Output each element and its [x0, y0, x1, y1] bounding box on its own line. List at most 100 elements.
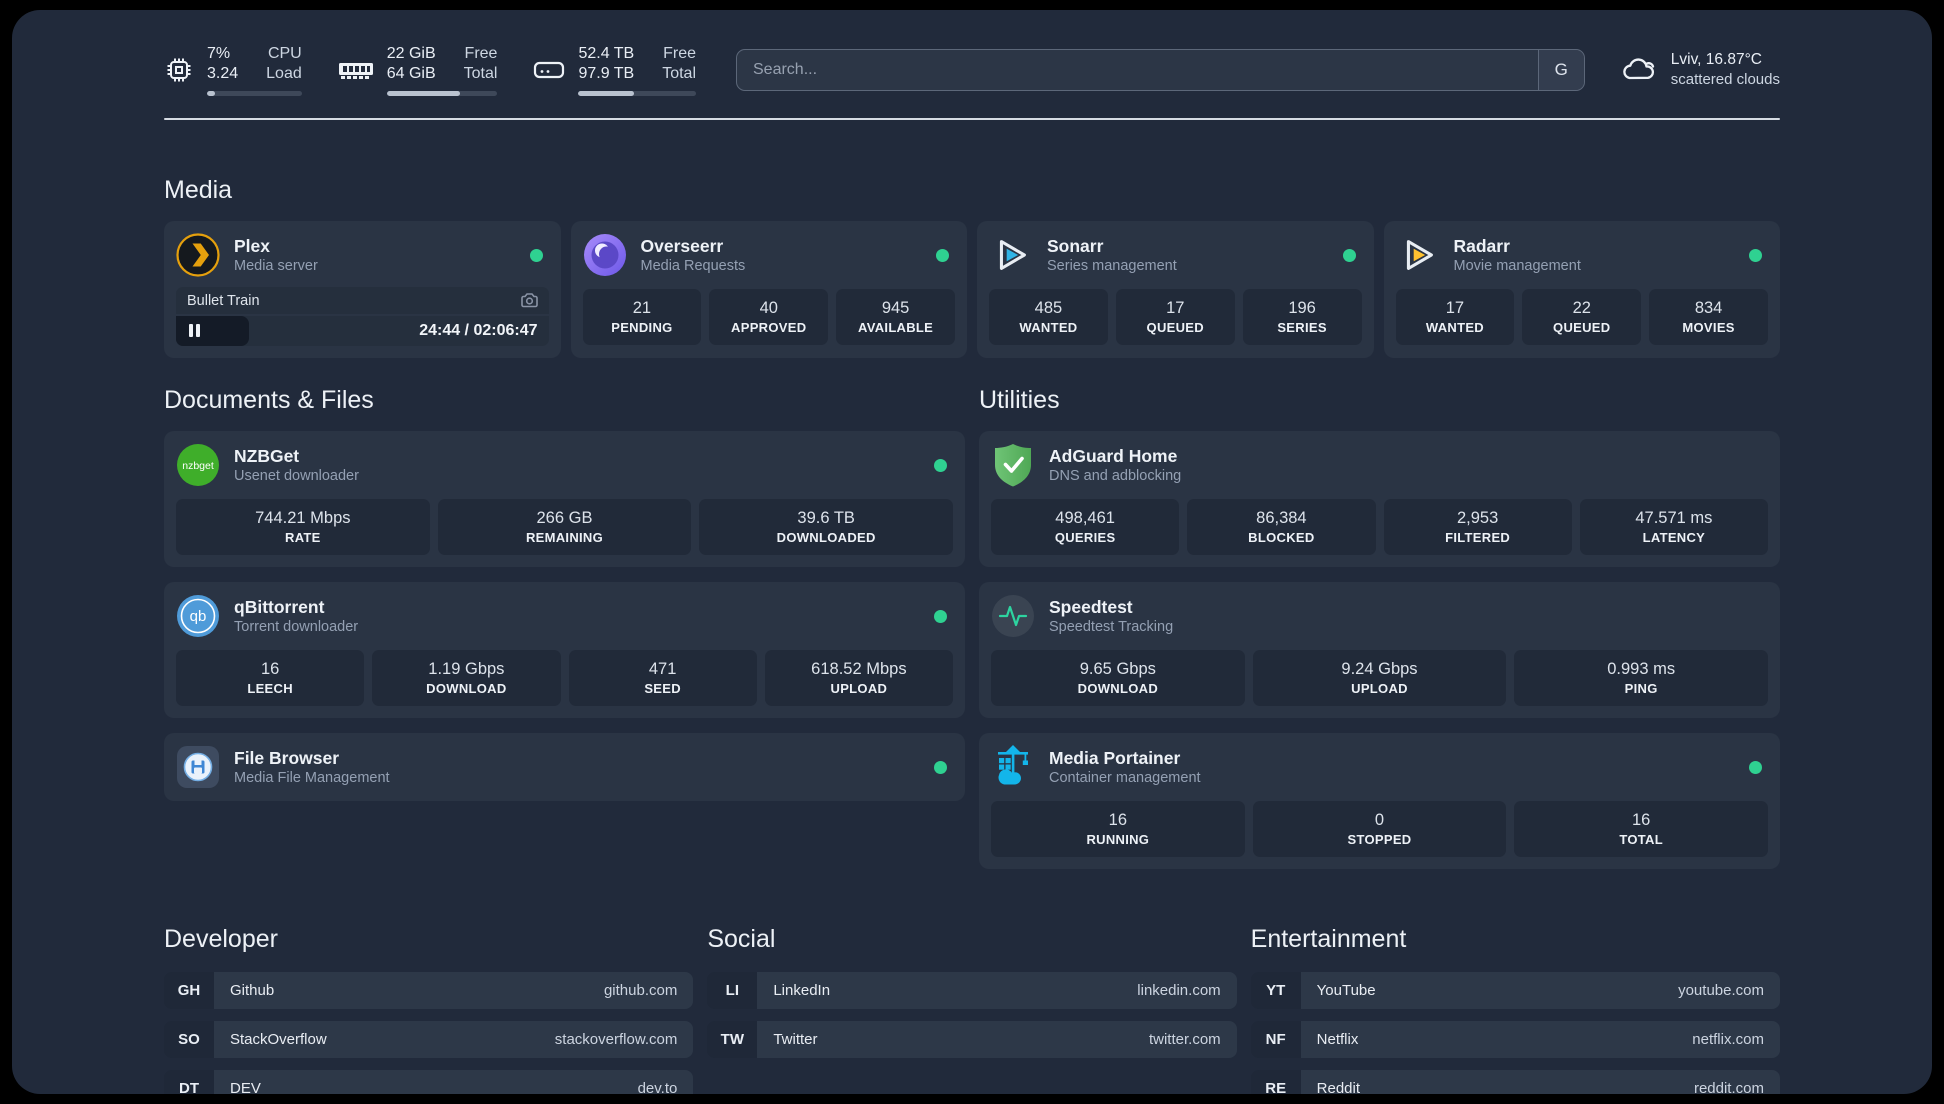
stat-label: RATE	[285, 530, 321, 545]
stat-value: 86,384	[1256, 509, 1307, 527]
stat-label: SEED	[644, 681, 681, 696]
stat-value: 744.21 Mbps	[255, 509, 351, 527]
stat-value: 2,953	[1456, 509, 1499, 527]
stat-running: 16 RUNNING	[991, 801, 1245, 857]
bookmarks-developer: Developer GH Github github.com SO StackO…	[164, 925, 694, 1094]
bookmarks-entertainment: Entertainment YT YouTube youtube.com NF …	[1250, 925, 1780, 1094]
stat-queued: 17 QUEUED	[1115, 289, 1235, 345]
stat-label: LEECH	[247, 681, 293, 696]
stat-label: BLOCKED	[1248, 530, 1315, 545]
bookmark-name: Twitter	[773, 1031, 818, 1048]
search-engine-button[interactable]: G	[1537, 50, 1584, 90]
stat-label: QUERIES	[1054, 530, 1116, 545]
radarr-app-link[interactable]: Radarr Movie management	[1396, 233, 1750, 277]
memory-total-label: Total	[463, 65, 498, 82]
cloud-icon	[1619, 53, 1659, 88]
portainer-app-link[interactable]: Media Portainer Container management	[991, 745, 1749, 789]
bookmark-abbr: GH	[164, 972, 214, 1009]
app-name: Radarr	[1453, 235, 1510, 256]
bookmark-youtube[interactable]: YT YouTube youtube.com	[1250, 972, 1780, 1009]
stat-download: 9.65 Gbps DOWNLOAD	[991, 650, 1245, 706]
stat-value: 40	[759, 299, 778, 317]
memory-stat: 22 GiB 64 GiB Free Total	[338, 44, 498, 96]
bookmark-stackoverflow[interactable]: SO StackOverflow stackoverflow.com	[164, 1021, 694, 1058]
bookmark-abbr: SO	[164, 1021, 214, 1058]
stat-available: 945 AVAILABLE	[836, 289, 955, 345]
topbar-divider	[164, 118, 1780, 120]
camera-icon[interactable]	[520, 292, 538, 309]
stat-label: MOVIES	[1682, 320, 1735, 335]
stat-label: AVAILABLE	[857, 320, 934, 335]
search-area: G	[736, 49, 1585, 91]
section-title-social: Social	[707, 925, 776, 953]
bookmark-abbr: RE	[1250, 1070, 1301, 1094]
stat-upload: 9.24 Gbps UPLOAD	[1252, 650, 1507, 706]
sonarr-app-link[interactable]: Sonarr Series management	[989, 233, 1343, 277]
stat-value: 16	[260, 660, 280, 678]
app-subtitle: Media server	[234, 257, 318, 274]
stat-value: 1.19 Gbps	[428, 660, 505, 678]
pause-icon[interactable]	[189, 324, 200, 337]
cpu-load-label: Load	[266, 65, 302, 82]
stat-value: 9.65 Gbps	[1079, 660, 1156, 678]
stat-approved: 40 APPROVED	[709, 289, 829, 345]
stat-value: 0	[1374, 811, 1385, 829]
cpu-progress-bar	[207, 91, 302, 96]
disk-total-label: Total	[662, 65, 696, 82]
radarr-card: Radarr Movie management 17 WANTED 22 QUE…	[1383, 221, 1780, 358]
svg-text:nzbget: nzbget	[182, 460, 214, 472]
bookmark-netflix[interactable]: NF Netflix netflix.com	[1250, 1021, 1780, 1058]
adguard-app-link[interactable]: AdGuard Home DNS and adblocking	[991, 443, 1768, 487]
bookmark-reddit[interactable]: RE Reddit reddit.com	[1250, 1070, 1780, 1094]
status-dot-online	[1749, 248, 1762, 262]
bookmark-name: YouTube	[1316, 982, 1376, 999]
bookmark-github[interactable]: GH Github github.com	[164, 972, 694, 1009]
status-dot-online	[529, 248, 543, 262]
nzbget-card: nzbget NZBGet Usenet downloader 744.21 M…	[164, 431, 965, 567]
status-dot-online	[1342, 248, 1356, 262]
bookmark-url: stackoverflow.com	[554, 1031, 678, 1048]
app-subtitle: Usenet downloader	[234, 467, 359, 484]
overseerr-app-link[interactable]: Overseerr Media Requests	[583, 233, 937, 277]
nzbget-app-link[interactable]: nzbget NZBGet Usenet downloader	[176, 443, 934, 487]
speedtest-app-link[interactable]: Speedtest Speedtest Tracking	[991, 594, 1768, 638]
stat-label: TOTAL	[1619, 832, 1663, 847]
app-subtitle: Speedtest Tracking	[1049, 618, 1174, 635]
dashboard-panel: 7% 3.24 CPU Load 22 GiB 64 GiB Free Tota…	[12, 10, 1932, 1094]
app-subtitle: Torrent downloader	[234, 618, 359, 635]
stat-value: 9.24 Gbps	[1341, 660, 1418, 678]
stat-value: 498,461	[1055, 509, 1115, 527]
sonarr-card: Sonarr Series management 485 WANTED 17 Q…	[977, 221, 1374, 358]
sonarr-icon	[989, 233, 1033, 277]
disk-stat: 52.4 TB 97.9 TB Free Total	[533, 44, 696, 96]
stat-value: 16	[1631, 811, 1651, 829]
filebrowser-app-link[interactable]: File Browser Media File Management	[176, 745, 934, 789]
radarr-icon	[1396, 233, 1440, 277]
search-input[interactable]	[737, 50, 1538, 90]
stat-value: 618.52 Mbps	[811, 660, 907, 678]
playback-time: 24:44 / 02:06:47	[419, 322, 538, 339]
stat-movies: 834 MOVIES	[1649, 289, 1768, 345]
bookmarks-social: Social LI LinkedIn linkedin.com TW Twitt…	[707, 925, 1237, 1094]
stat-queries: 498,461 QUERIES	[991, 499, 1180, 555]
plex-app-link[interactable]: Plex Media server	[176, 233, 530, 277]
bookmarks-grid: Developer GH Github github.com SO StackO…	[164, 925, 1780, 1094]
bookmark-linkedin[interactable]: LI LinkedIn linkedin.com	[707, 972, 1237, 1009]
bookmark-twitter[interactable]: TW Twitter twitter.com	[707, 1021, 1237, 1058]
stat-label: WANTED	[1425, 320, 1484, 335]
weather-condition: scattered clouds	[1670, 71, 1780, 88]
stat-value: 39.6 TB	[797, 509, 855, 527]
cpu-percent: 7%	[207, 45, 231, 62]
weather-location: Lviv, 16.87°C	[1670, 51, 1762, 68]
stat-label: PENDING	[611, 320, 673, 335]
disk-free: 52.4 TB	[578, 45, 635, 62]
portainer-crane-icon	[991, 745, 1035, 789]
disk-total: 97.9 TB	[578, 65, 635, 82]
overseerr-icon	[583, 233, 627, 277]
stat-wanted: 485 WANTED	[989, 289, 1108, 345]
bookmark-dev[interactable]: DT DEV dev.to	[164, 1070, 694, 1094]
overseerr-card: Overseerr Media Requests 21 PENDING 40 A…	[570, 221, 967, 358]
qbittorrent-app-link[interactable]: qb qBittorrent Torrent downloader	[176, 594, 934, 638]
stat-value: 22	[1572, 299, 1591, 317]
stat-value: 834	[1694, 299, 1723, 317]
